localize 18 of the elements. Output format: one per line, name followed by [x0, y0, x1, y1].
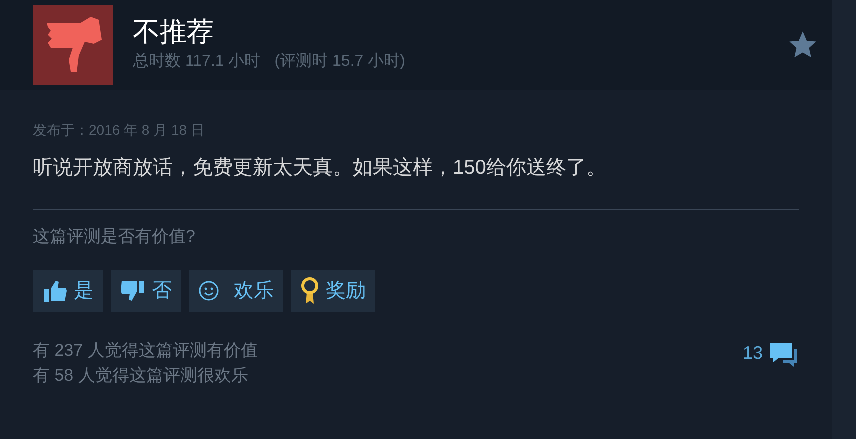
thumbs-up-icon — [42, 278, 68, 302]
thumbs-down-icon — [120, 278, 146, 302]
award-icon — [300, 276, 320, 304]
comment-count[interactable]: 13 — [742, 340, 763, 367]
smiley-icon — [198, 280, 220, 302]
yes-button[interactable]: 是 — [33, 270, 103, 312]
verdict-title: 不推荐 — [133, 16, 215, 50]
posted-date: 发布于：2016 年 8 月 18 日 — [33, 121, 206, 140]
vote-summary: 有 58 人觉得这篇评测很欢乐 — [33, 364, 250, 386]
award-button[interactable]: 奖励 — [291, 270, 375, 312]
review-playtime-text: (评测时 15.7 小时) — [274, 52, 406, 72]
helpful-prompt: 这篇评测是否有价值? — [33, 226, 196, 248]
no-button[interactable]: 否 — [111, 270, 181, 312]
playtime-text: 总时数 117.1 小时 — [133, 52, 261, 72]
funny-button[interactable]: 欢乐 — [189, 270, 283, 312]
thumbs-down-icon — [33, 5, 113, 85]
review-text: 听说开放商放话，免费更新太天真。如果这样，150给你送终了。 — [33, 156, 608, 181]
vote-summary: 有 237 人觉得这篇评测有价值 — [33, 340, 258, 362]
